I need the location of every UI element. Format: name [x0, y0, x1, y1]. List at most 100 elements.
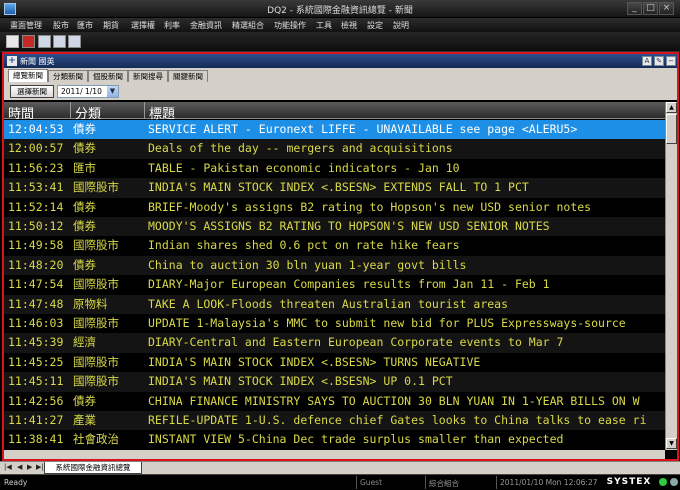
table-row[interactable]: 11:53:41 國際股市 INDIA'S MAIN STOCK INDEX <.B… [4, 178, 665, 198]
menu-item-featured-combo[interactable]: 精選組合 [232, 20, 264, 31]
menu-item-settings[interactable]: 設定 [367, 20, 383, 31]
cell-category: 債券 [73, 199, 96, 214]
tile-icon[interactable] [68, 35, 81, 48]
table-row[interactable]: 11:45:25 國際股市 INDIA'S MAIN STOCK INDEX <.B… [4, 352, 665, 373]
split-icon[interactable] [53, 35, 66, 48]
cell-time: 11:47:54 [8, 277, 64, 292]
news-tabs: 總覽新聞 分類新聞 個股新聞 新聞搜尋 關鍵新聞 [4, 68, 677, 82]
cell-category: 債券 [73, 219, 96, 233]
menu-item-futures[interactable]: 期貨 [103, 20, 119, 31]
table-row[interactable]: 11:47:54 國際股市 DIARY-Major European Compani… [4, 275, 665, 295]
tab-overview-news[interactable]: 總覽新聞 [8, 69, 48, 82]
cell-time: 11:49:58 [8, 238, 64, 253]
systex-logo: SYSTEX [606, 477, 652, 487]
column-divider[interactable] [144, 102, 145, 119]
home-icon[interactable] [6, 35, 19, 48]
panel-header: + 新聞 國英 A ✎ − [4, 54, 677, 68]
cell-title: TABLE - Pakistan economic indicators - J… [148, 160, 460, 175]
layout-icon[interactable] [38, 35, 51, 48]
close-button[interactable]: × [659, 2, 674, 15]
tab-stock-news[interactable]: 個股新聞 [88, 70, 128, 82]
menu-item-stocks[interactable]: 股市 [53, 20, 69, 31]
cell-time: 11:45:39 [8, 335, 64, 350]
chevron-down-icon[interactable]: ▼ [107, 86, 118, 97]
table-row[interactable]: 11:50:12 債券 MOODY'S ASSIGNS B2 RATING TO H… [4, 217, 665, 237]
date-picker[interactable]: 2011/ 1/10 ▼ [57, 85, 119, 98]
edit-icon[interactable]: ✎ [654, 56, 664, 66]
sheet-tab[interactable]: 系統國際金融資訊總覽 [44, 462, 142, 474]
cell-title: DIARY-Major European Companies results f… [148, 277, 550, 292]
table-row[interactable]: 11:49:58 國際股市 Indian shares shed 0.6 pct o… [4, 236, 665, 256]
cell-title: INDIA'S MAIN STOCK INDEX <.BSESN> TURNS … [148, 354, 481, 369]
tab-news-search[interactable]: 新聞搜尋 [128, 70, 168, 82]
table-row[interactable]: 11:48:20 債券 China to auction 30 bln yuan 1… [4, 255, 665, 276]
horizontal-scrollbar[interactable] [4, 450, 665, 459]
cell-title: MOODY'S ASSIGNS B2 RATING TO HOPSON'S NE… [148, 219, 550, 233]
column-divider[interactable] [70, 102, 71, 119]
cell-time: 11:42:56 [8, 393, 64, 408]
table-row[interactable]: 11:38:41 社會政治 INSTANT VIEW 5-China Dec tra… [4, 430, 665, 450]
cell-time: 11:47:48 [8, 296, 64, 311]
menu-item-help[interactable]: 說明 [393, 20, 409, 31]
tab-category-news[interactable]: 分類新聞 [48, 70, 88, 82]
table-row[interactable]: 11:47:48 原物料 TAKE A LOOK-Floods threaten A… [4, 294, 665, 314]
table-row[interactable]: 11:46:03 國際股市 UPDATE 1-Malaysia's MMC to s… [4, 314, 665, 334]
table-row[interactable]: 11:56:23 匯市 TABLE - Pakistan economic indi… [4, 158, 665, 179]
cell-category: 匯市 [73, 160, 96, 175]
first-sheet-icon[interactable]: |◀ [4, 463, 12, 471]
table-row[interactable]: 12:04:53 債券 SERVICE ALERT - Euronext LIFFE… [4, 120, 665, 140]
scroll-down-icon[interactable]: ▼ [666, 438, 677, 449]
table-row[interactable]: 11:45:39 經濟 DIARY-Central and Eastern Euro… [4, 333, 665, 353]
cell-category: 國際股市 [73, 316, 119, 330]
cell-category: 產業 [73, 413, 96, 427]
status-divider [356, 476, 357, 489]
status-divider [496, 476, 497, 489]
scroll-up-icon[interactable]: ▲ [666, 102, 677, 113]
table-row[interactable]: 11:52:14 債券 BRIEF-Moody's assigns B2 ratin… [4, 197, 665, 217]
prev-sheet-icon[interactable]: ◀ [17, 463, 22, 471]
menu-item-tools[interactable]: 工具 [316, 20, 332, 31]
cell-category: 國際股市 [73, 277, 119, 292]
font-size-icon[interactable]: A [642, 56, 652, 66]
date-value: 2011/ 1/10 [61, 87, 102, 96]
table-row[interactable]: 12:00:57 債券 Deals of the day -- mergers an… [4, 139, 665, 159]
table-row[interactable]: 11:45:11 國際股市 INDIA'S MAIN STOCK INDEX <.B… [4, 372, 665, 392]
sheet-tab-bar: |◀ ◀ ▶ ▶| 系統國際金融資訊總覽 [0, 461, 680, 474]
maximize-button[interactable]: □ [643, 2, 658, 15]
close-window-icon[interactable] [22, 35, 35, 48]
scroll-thumb[interactable] [666, 114, 677, 144]
table-row[interactable]: 11:42:56 債券 CHINA FINANCE MINISTRY SAYS TO… [4, 391, 665, 411]
menu-item-financial-info[interactable]: 金融資訊 [190, 20, 222, 31]
panel-pin-icon[interactable]: + [7, 56, 17, 66]
menu-item-forex[interactable]: 匯市 [77, 20, 93, 31]
cell-title: SERVICE ALERT - Euronext LIFFE - UNAVAIL… [148, 122, 578, 136]
menu-item-options[interactable]: 選擇權 [131, 20, 155, 31]
next-sheet-icon[interactable]: ▶ [27, 463, 32, 471]
minimize-panel-icon[interactable]: − [666, 56, 676, 66]
title-bar: DQ2 - 系統國際金融資訊總覽 - 新聞 _ □ × [0, 0, 680, 18]
vertical-scrollbar[interactable]: ▲ ▼ [665, 102, 677, 450]
network-status-icon [670, 478, 678, 486]
cell-time: 11:45:25 [8, 354, 64, 369]
minimize-button[interactable]: _ [627, 2, 642, 15]
cell-time: 11:38:41 [8, 432, 64, 447]
cell-time: 12:04:53 [8, 122, 64, 136]
news-grid: 時間 分類 標題 12:04:53 債券 SERVICE ALERT - Euron… [4, 102, 665, 450]
menu-item-rates[interactable]: 利率 [164, 20, 180, 31]
cell-time: 11:48:20 [8, 257, 64, 272]
menu-item-functions[interactable]: 功能操作 [274, 20, 306, 31]
table-row[interactable]: 11:41:27 產業 REFILE-UPDATE 1-U.S. defence c… [4, 411, 665, 431]
cell-category: 債券 [73, 393, 96, 408]
panel-title: 新聞 國英 [20, 57, 55, 66]
cell-title: Indian shares shed 0.6 pct on rate hike … [148, 238, 460, 253]
select-news-button[interactable]: 選擇新聞 [10, 85, 54, 98]
cell-category: 國際股市 [73, 374, 119, 389]
menu-item-screen-management[interactable]: 畫面管理 [10, 20, 42, 31]
cell-title: REFILE-UPDATE 1-U.S. defence chief Gates… [148, 413, 647, 427]
news-panel: + 新聞 國英 A ✎ − 總覽新聞 分類新聞 個股新聞 新聞搜尋 關鍵新聞 選… [2, 52, 679, 461]
last-sheet-icon[interactable]: ▶| [36, 463, 44, 471]
tab-key-news[interactable]: 關鍵新聞 [168, 70, 208, 82]
menu-item-view[interactable]: 檢視 [341, 20, 357, 31]
cell-title: UPDATE 1-Malaysia's MMC to submit new bi… [148, 316, 626, 330]
status-combo: 綜合組合 [429, 479, 459, 488]
